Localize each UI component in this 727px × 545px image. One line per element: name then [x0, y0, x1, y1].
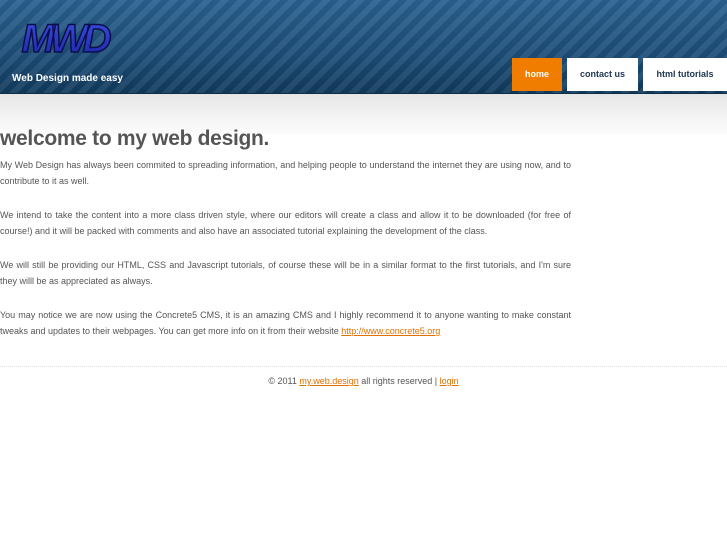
content-paragraph: We will still be providing our HTML, CSS…	[0, 260, 571, 286]
site-footer: © 2011 my.web.design all rights reserved…	[0, 376, 727, 386]
rights-text: all rights reserved |	[358, 376, 440, 386]
content-paragraph-cms: You may notice we are now using the Conc…	[0, 307, 571, 339]
main-content: My Web Design has always been commited t…	[0, 157, 571, 357]
login-link[interactable]: login	[440, 376, 459, 386]
main-nav: home contact us html tutorials	[0, 58, 727, 92]
site-header: MWD Web Design made easy home contact us…	[0, 0, 727, 94]
logo-text: MWD	[22, 17, 111, 58]
site-logo[interactable]: MWD	[10, 16, 118, 58]
content-paragraph: My Web Design has always been commited t…	[0, 160, 571, 186]
nav-item-html-tutorials[interactable]: html tutorials	[643, 58, 727, 91]
concrete5-link[interactable]: http://www.concrete5.org	[341, 326, 440, 336]
footer-divider	[0, 366, 727, 367]
nav-item-home[interactable]: home	[512, 58, 562, 91]
site-home-link[interactable]: my.web.design	[299, 376, 358, 386]
copyright-text: © 2011	[268, 376, 300, 386]
page-title: welcome to my web design.	[0, 127, 270, 150]
cms-paragraph-text: You may notice we are now using the Conc…	[0, 310, 571, 336]
content-paragraph: We intend to take the content into a mor…	[0, 210, 571, 236]
nav-item-contact-us[interactable]: contact us	[567, 58, 638, 91]
